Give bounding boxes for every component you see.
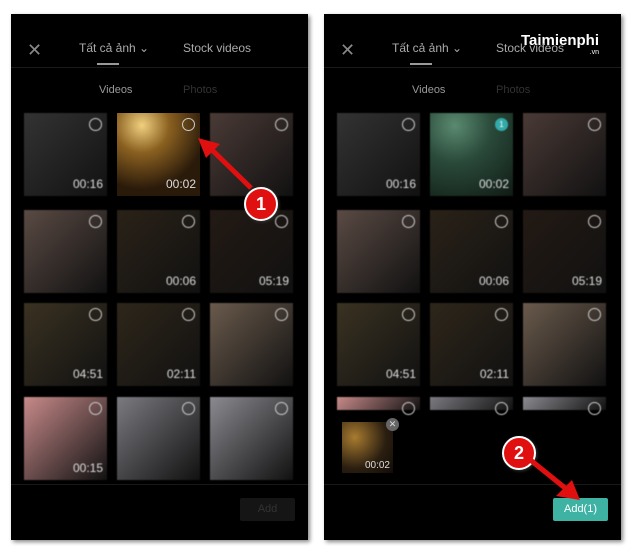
video-duration: 00:16 — [385, 177, 416, 191]
video-thumbnail[interactable] — [523, 113, 606, 196]
video-thumbnail[interactable] — [523, 303, 606, 386]
divider — [324, 67, 621, 68]
tab-underline — [410, 63, 432, 65]
tab-all-photos[interactable]: Tất cả ảnh ⌄ — [392, 41, 462, 55]
video-duration: 00:15 — [72, 461, 103, 475]
video-duration: 00:02 — [165, 177, 196, 191]
select-checkbox[interactable] — [275, 402, 288, 415]
select-checkbox[interactable] — [89, 215, 102, 228]
picker-screen-before: ✕ Tất cả ảnh ⌄ Stock videos Videos Photo… — [11, 14, 308, 540]
select-checkbox[interactable] — [275, 215, 288, 228]
video-thumbnail[interactable] — [117, 397, 200, 480]
select-checkbox[interactable] — [402, 118, 415, 131]
video-duration: 00:02 — [478, 177, 509, 191]
close-icon[interactable]: ✕ — [340, 40, 355, 61]
select-checkbox[interactable] — [588, 118, 601, 131]
video-thumbnail[interactable]: 04:51 — [24, 303, 107, 386]
video-duration: 04:51 — [385, 367, 416, 381]
video-duration: 05:19 — [571, 274, 602, 288]
select-checkbox[interactable] — [275, 118, 288, 131]
video-thumbnail[interactable] — [337, 210, 420, 293]
video-thumbnail[interactable] — [337, 397, 420, 415]
select-checkbox[interactable] — [182, 215, 195, 228]
add-button[interactable]: Add — [240, 498, 295, 521]
video-thumbnail[interactable] — [210, 303, 293, 386]
video-thumbnail[interactable]: 00:02 — [117, 113, 200, 196]
video-thumbnail[interactable]: 00:15 — [24, 397, 107, 480]
video-thumbnail[interactable]: 00:16 — [24, 113, 107, 196]
select-checkbox[interactable] — [182, 118, 195, 131]
subtab-photos[interactable]: Photos — [496, 84, 530, 96]
video-thumbnail[interactable]: 05:19 — [523, 210, 606, 293]
tab-all-photos[interactable]: Tất cả ảnh ⌄ — [79, 41, 149, 55]
select-checkbox[interactable] — [495, 215, 508, 228]
video-thumbnail[interactable]: 00:06 — [117, 210, 200, 293]
divider — [11, 67, 308, 68]
divider — [11, 484, 308, 485]
video-duration: 02:11 — [479, 367, 509, 381]
video-duration: 05:19 — [258, 274, 289, 288]
select-checkbox[interactable] — [182, 402, 195, 415]
video-thumbnail[interactable]: 02:11 — [117, 303, 200, 386]
video-thumbnail[interactable]: 00:02 1 — [430, 113, 513, 196]
select-checkbox[interactable] — [402, 215, 415, 228]
selected-clip-thumbnail[interactable]: 00:02 — [342, 422, 393, 473]
select-checkbox[interactable] — [89, 118, 102, 131]
arrow-icon — [526, 456, 580, 500]
video-thumbnail[interactable]: 04:51 — [337, 303, 420, 386]
video-thumbnail[interactable] — [430, 397, 513, 415]
select-checkbox[interactable] — [275, 308, 288, 321]
video-duration: 04:51 — [72, 367, 103, 381]
video-thumbnail[interactable]: 00:16 — [337, 113, 420, 196]
remove-clip-icon[interactable]: ✕ — [386, 418, 399, 431]
video-duration: 02:11 — [166, 367, 196, 381]
tab-stock-videos[interactable]: Stock videos — [183, 41, 251, 55]
subtab-videos[interactable]: Videos — [99, 84, 132, 96]
select-checkbox[interactable] — [588, 308, 601, 321]
subtab-videos[interactable]: Videos — [412, 84, 445, 96]
select-checkbox[interactable] — [89, 402, 102, 415]
select-checkbox[interactable] — [495, 308, 508, 321]
video-duration: 00:16 — [72, 177, 103, 191]
select-checkbox[interactable] — [588, 402, 601, 415]
tab-stock-videos[interactable]: Stock videos — [496, 41, 564, 55]
picker-screen-after: Taimienphi .vn ✕ Tất cả ảnh ⌄ Stock video… — [324, 14, 621, 540]
select-checkbox[interactable]: 1 — [495, 118, 508, 131]
video-thumbnail[interactable] — [523, 397, 606, 415]
video-thumbnail[interactable] — [24, 210, 107, 293]
select-checkbox[interactable] — [402, 308, 415, 321]
video-thumbnail[interactable]: 00:06 — [430, 210, 513, 293]
subtab-photos[interactable]: Photos — [183, 84, 217, 96]
close-icon[interactable]: ✕ — [27, 40, 42, 61]
video-thumbnail[interactable]: 02:11 — [430, 303, 513, 386]
select-checkbox[interactable] — [402, 402, 415, 415]
select-checkbox[interactable] — [182, 308, 195, 321]
select-checkbox[interactable] — [495, 402, 508, 415]
video-duration: 00:06 — [165, 274, 196, 288]
video-duration: 00:06 — [478, 274, 509, 288]
select-checkbox[interactable] — [588, 215, 601, 228]
video-thumbnail[interactable] — [210, 397, 293, 480]
tab-underline — [97, 63, 119, 65]
select-checkbox[interactable] — [89, 308, 102, 321]
video-thumbnail[interactable]: 05:19 — [210, 210, 293, 293]
arrow-icon — [198, 138, 253, 190]
